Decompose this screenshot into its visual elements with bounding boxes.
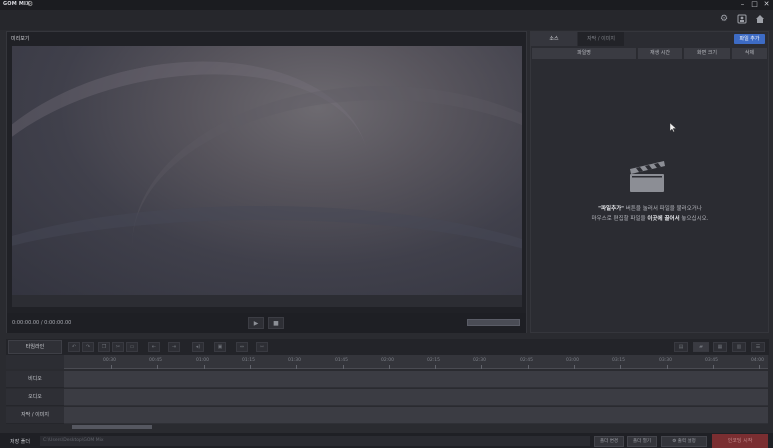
undo-icon[interactable]: ↶ [68,342,80,352]
ruler-tick [250,365,251,369]
track-lane-subtitle[interactable] [64,407,768,424]
ruler-tick-label: 02:30 [473,358,486,363]
ruler-tick [620,365,621,369]
top-toolbar [0,10,773,30]
close-button[interactable]: ✕ [762,0,771,9]
open-folder-button[interactable]: 폴더 열기 [627,436,657,447]
tab-source[interactable]: 소스 [531,32,577,46]
save-folder-label: 저장 폴더 [10,439,30,445]
redo-icon[interactable]: ↷ [82,342,94,352]
ruler-tick-label: 00:30 [103,358,116,363]
folder-icon[interactable]: ▰ [693,342,709,352]
tab-subtitle-image[interactable]: 자막 / 이미지 [578,32,624,46]
ruler-tick-label: 02:15 [427,358,440,363]
column-delete[interactable]: 삭제 [732,48,768,59]
output-settings-button[interactable]: ⚙ 출력 설정 [661,436,707,447]
ruler-tick [296,365,297,369]
ruler-tick-label: 04:00 [751,358,764,363]
title-bar [0,0,773,10]
ruler-tick-label: 02:00 [381,358,394,363]
ruler-tick [667,365,668,369]
ruler-tick-label: 03:30 [659,358,672,363]
ruler-tick [574,365,575,369]
ruler-tick [759,365,760,369]
fit-icon[interactable]: ⇔ [236,342,248,352]
ruler-tick-label: 00:45 [149,358,162,363]
clapperboard-icon [628,156,666,194]
column-duration[interactable]: 재생 시간 [638,48,683,59]
start-encoding-button[interactable]: 인코딩 시작 [712,434,768,448]
ruler-tick-label: 01:30 [288,358,301,363]
volume-slider[interactable] [467,319,520,326]
ruler-tick-label: 03:15 [612,358,625,363]
gear-icon[interactable]: ⚙ [718,13,730,25]
home-icon[interactable] [754,13,766,25]
column-filename[interactable]: 파일명 [532,48,637,59]
title-gear-icon[interactable]: ⚙ [27,0,33,9]
video-bottom-strip [12,295,522,307]
ruler-tick [389,365,390,369]
crop-icon[interactable]: ▭ [126,342,138,352]
save-icon[interactable]: ▦ [713,342,727,352]
ruler-tick-label: 02:45 [520,358,533,363]
settings-list-icon[interactable]: ☰ [751,342,765,352]
copy-icon[interactable]: ❐ [98,342,110,352]
minimize-button[interactable]: – [738,0,747,9]
ruler-tick-label: 03:00 [566,358,579,363]
empty-hint-line1: "파일추가" 버튼을 눌러서 파일을 불러오거나 [598,206,702,212]
add-file-button[interactable]: 파일 추가 [734,34,765,44]
split-left-icon[interactable]: ⇤ [148,342,160,352]
account-icon[interactable] [736,13,748,25]
ruler-tick-label: 01:00 [196,358,209,363]
timeline-button[interactable]: 타임라인 [8,340,62,354]
ruler-tick-label: 03:45 [705,358,718,363]
stop-button[interactable]: ■ [268,317,284,329]
ruler-tick [481,365,482,369]
video-preview [12,46,522,295]
ruler-tick [435,365,436,369]
timecode: 0:00:00.00 / 0:00:00.00 [12,320,72,326]
empty-hint-line2: 마우스로 편집할 파일을 이곳에 끌어서 놓으십시오. [591,216,709,222]
ruler-tick [204,365,205,369]
ruler-tick [528,365,529,369]
track-lane-audio[interactable] [64,389,768,406]
maximize-button[interactable]: □ [750,0,759,9]
ruler-tick-label: 01:15 [242,358,255,363]
track-label-video: 비디오 [6,371,64,388]
cut-icon[interactable]: ✂ [112,342,124,352]
preview-label: 미리보기 [11,36,30,42]
save-path-field[interactable]: C:\Users\Desktop\GOM Mix [40,436,590,446]
folder-open-icon[interactable]: ▤ [674,342,688,352]
track-lane-video[interactable] [64,371,768,388]
ruler-tick-label: 01:45 [335,358,348,363]
ruler-tick [157,365,158,369]
change-folder-button[interactable]: 폴더 변경 [594,436,624,447]
ruler-tick [343,365,344,369]
ruler-left-corner [6,355,64,369]
timeline-scrollbar-thumb[interactable] [72,425,152,429]
export-icon[interactable]: ▥ [732,342,746,352]
expand-icon[interactable]: ⇿ [256,342,268,352]
volume-icon[interactable]: ◂) [192,342,204,352]
play-button[interactable]: ▶ [248,317,264,329]
playback-controls [7,313,526,333]
column-resolution[interactable]: 화면 크기 [684,48,731,59]
track-label-audio: 오디오 [6,389,64,406]
mouse-cursor-icon [669,122,677,134]
track-label-subtitle: 자막 / 이미지 [6,407,64,424]
split-right-icon[interactable]: ⇥ [168,342,180,352]
timeline-scrollbar[interactable] [64,424,768,430]
screen-icon[interactable]: ▣ [214,342,226,352]
ruler-tick [713,365,714,369]
ruler-tick [111,365,112,369]
